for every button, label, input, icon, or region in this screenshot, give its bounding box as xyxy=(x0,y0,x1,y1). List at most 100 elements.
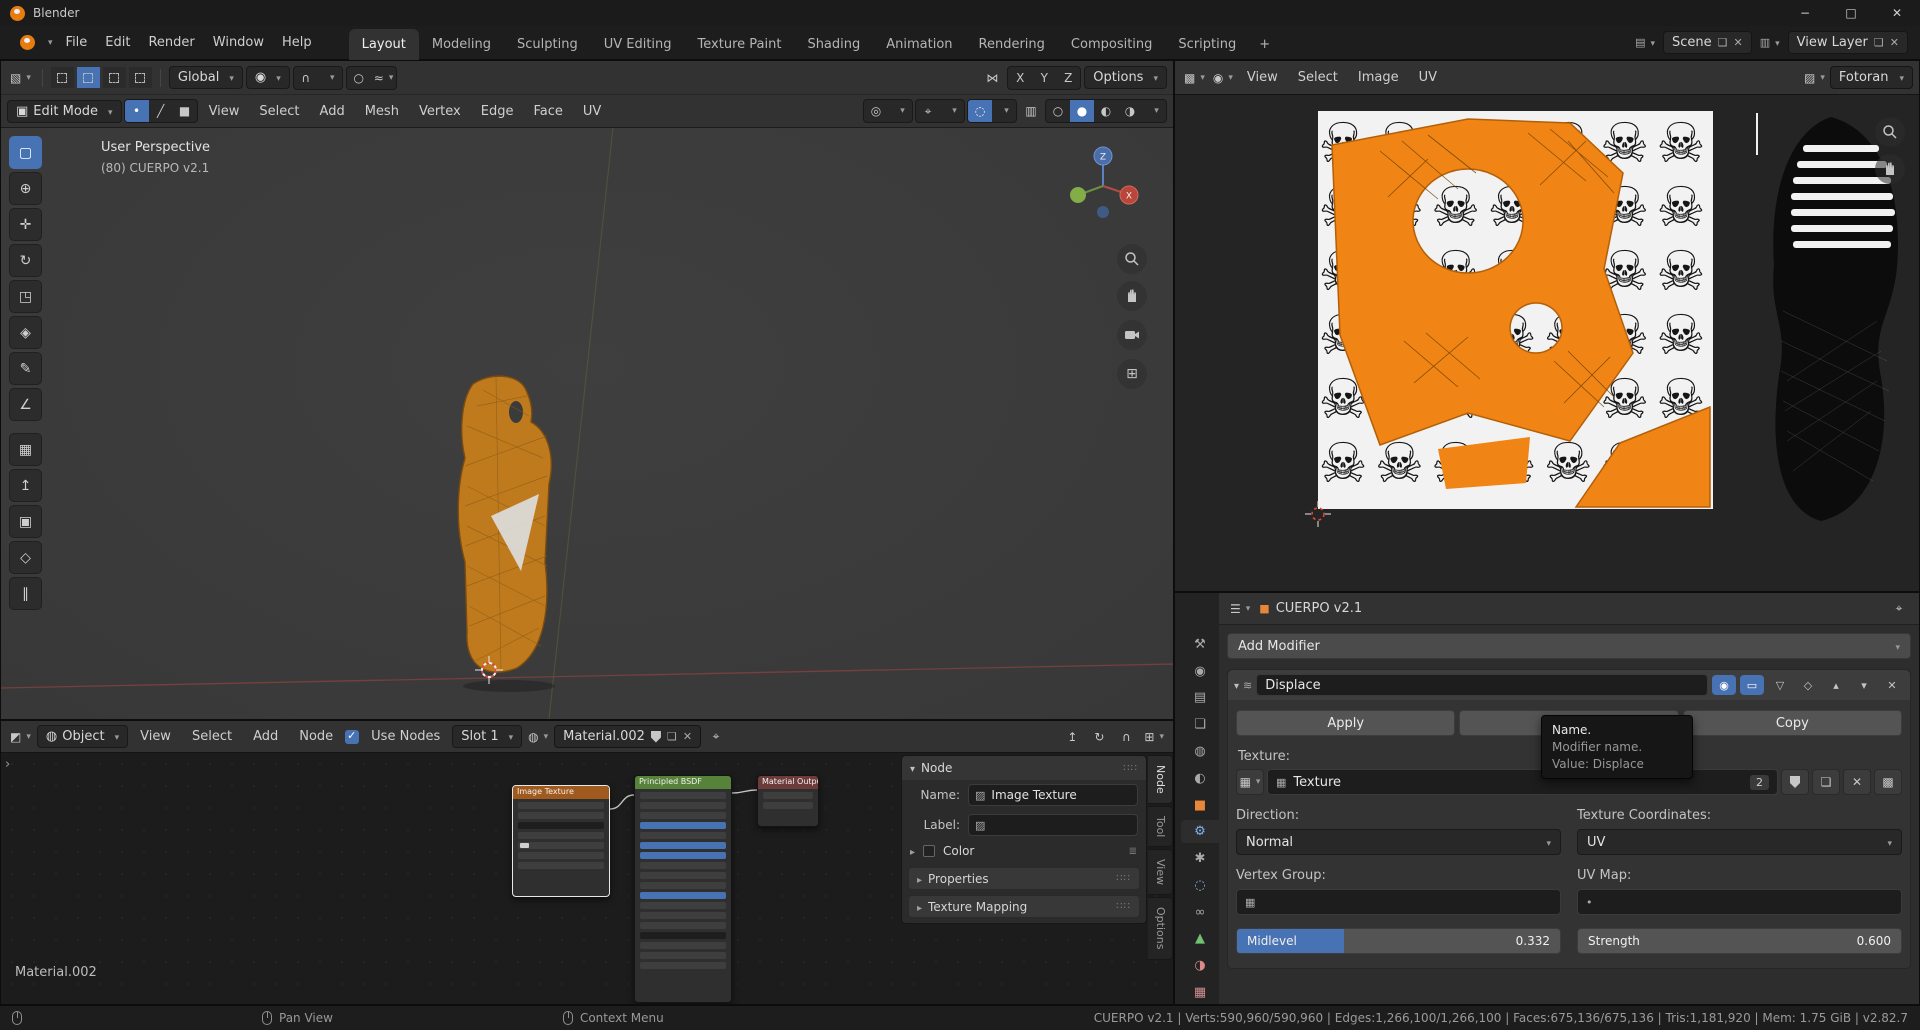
pivot-point-dropdown[interactable]: ◉ xyxy=(246,66,290,89)
browse-image-icon[interactable]: ▨ xyxy=(1801,67,1828,89)
image-zoom-button[interactable] xyxy=(1875,117,1905,147)
tool-extrude-button[interactable] xyxy=(9,469,42,502)
tab-texture-properties[interactable] xyxy=(1181,981,1219,1004)
image-name-field[interactable]: Fotoran xyxy=(1830,66,1913,89)
workspace-tab-shading[interactable]: Shading xyxy=(794,29,873,60)
tool-scale-button[interactable] xyxy=(9,280,42,313)
new-texture-button[interactable]: ❏ xyxy=(1812,769,1840,795)
viewport-menu-add[interactable]: Add xyxy=(311,100,354,123)
sidebar-tab-options[interactable]: Options xyxy=(1148,897,1173,959)
shading-dropdown[interactable] xyxy=(1142,100,1166,122)
add-modifier-dropdown[interactable]: Add Modifier xyxy=(1227,633,1911,659)
navigation-gizmo[interactable]: Z X xyxy=(1063,142,1143,222)
tab-scene-properties[interactable] xyxy=(1181,740,1219,763)
tool-rotate-button[interactable] xyxy=(9,244,42,277)
menu-window[interactable]: Window xyxy=(204,31,273,54)
unlink-material-icon[interactable]: ✕ xyxy=(683,730,692,743)
viewport-menu-mesh[interactable]: Mesh xyxy=(356,100,408,123)
mirror-z-toggle[interactable]: Z xyxy=(1056,67,1080,89)
cage-toggle[interactable]: ◇ xyxy=(1796,675,1820,695)
section-properties[interactable]: Properties ∷∷ xyxy=(908,867,1140,890)
snap-settings-dropdown[interactable] xyxy=(318,67,342,89)
node-label-input[interactable]: ▨ xyxy=(968,814,1138,836)
menu-edit[interactable]: Edit xyxy=(96,31,139,54)
tool-move-button[interactable] xyxy=(9,208,42,241)
gizmo-y-axis[interactable] xyxy=(1070,187,1086,203)
workspace-tab-compositing[interactable]: Compositing xyxy=(1058,29,1166,60)
tool-inset-button[interactable] xyxy=(9,505,42,538)
shading-wireframe-icon[interactable]: ○ xyxy=(1046,100,1070,122)
shader-editor-type-icon[interactable]: ◩ xyxy=(7,726,34,748)
node-image-texture[interactable]: Image Texture xyxy=(512,785,610,897)
apply-button[interactable]: Apply xyxy=(1236,710,1455,736)
ortho-toggle-button[interactable]: ⊞ xyxy=(1117,359,1147,389)
workspace-tab-texture-paint[interactable]: Texture Paint xyxy=(685,29,795,60)
tab-object-data-properties[interactable] xyxy=(1181,928,1219,951)
new-view-layer-icon[interactable]: ❏ xyxy=(1874,36,1884,49)
new-scene-icon[interactable]: ❏ xyxy=(1718,36,1728,49)
tab-view-layer-properties[interactable] xyxy=(1181,713,1219,736)
image-menu-uv[interactable]: UV xyxy=(1410,66,1446,89)
texture-name-field[interactable]: ▦ Texture 2 xyxy=(1267,769,1778,795)
tool-bevel-button[interactable] xyxy=(9,541,42,574)
menu-help[interactable]: Help xyxy=(273,31,321,54)
midlevel-slider[interactable]: Midlevel 0.332 xyxy=(1236,928,1561,954)
menu-render[interactable]: Render xyxy=(139,31,203,54)
shader-menu-node[interactable]: Node xyxy=(290,725,342,748)
gizmo-minus-z-axis[interactable] xyxy=(1097,206,1109,218)
node-material-output[interactable]: Material Output xyxy=(757,775,819,827)
mesh-object[interactable] xyxy=(421,366,601,696)
view-layer-selector[interactable]: View Layer ❏ ✕ xyxy=(1788,31,1908,54)
shading-material-icon[interactable]: ◐ xyxy=(1094,100,1118,122)
overlays-icon[interactable]: ◌ xyxy=(968,100,992,122)
edit-mode-toggle[interactable]: ▽ xyxy=(1768,675,1792,695)
workspace-tab-rendering[interactable]: Rendering xyxy=(966,29,1058,60)
workspace-tab-uv-editing[interactable]: UV Editing xyxy=(591,29,685,60)
mirror-x-toggle[interactable]: X xyxy=(1008,67,1032,89)
shader-snap-icon[interactable]: ∩ xyxy=(1114,726,1138,748)
tool-annotate-button[interactable] xyxy=(9,352,42,385)
image-menu-view[interactable]: View xyxy=(1238,66,1287,89)
browse-material-icon[interactable]: ◍ xyxy=(525,726,551,748)
blender-menu-button[interactable] xyxy=(6,33,57,52)
eye-icon[interactable]: ◎ xyxy=(864,100,888,122)
zoom-button[interactable] xyxy=(1117,244,1147,274)
image-editor-type-icon[interactable]: ▩ xyxy=(1181,67,1208,89)
sidebar-tab-node[interactable]: Node xyxy=(1148,755,1173,804)
mirror-y-toggle[interactable]: Y xyxy=(1032,67,1056,89)
tab-particle-properties[interactable] xyxy=(1181,847,1219,870)
sidebar-tab-tool[interactable]: Tool xyxy=(1148,806,1173,847)
face-select-icon[interactable]: ■ xyxy=(173,100,197,122)
tab-material-properties[interactable] xyxy=(1181,954,1219,977)
use-nodes-checkbox[interactable] xyxy=(345,730,359,744)
tab-object-properties[interactable] xyxy=(1181,794,1219,817)
workspace-tab-layout[interactable]: Layout xyxy=(349,29,419,60)
node-panel-header[interactable]: Node ∷∷ xyxy=(902,756,1146,780)
image-menu-image[interactable]: Image xyxy=(1349,66,1408,89)
shader-menu-view[interactable]: View xyxy=(131,725,180,748)
tab-tool-properties[interactable] xyxy=(1181,633,1219,656)
properties-editor-type-icon[interactable]: ☰ xyxy=(1227,598,1253,620)
modifier-name-input[interactable]: Displace xyxy=(1256,674,1708,696)
expand-icon[interactable] xyxy=(1234,678,1239,693)
browse-texture-icon[interactable]: ▦ xyxy=(1236,769,1264,795)
editor-type-icon[interactable]: ▧ xyxy=(7,67,34,89)
tab-world-properties[interactable] xyxy=(1181,767,1219,790)
options-dropdown[interactable]: Options xyxy=(1084,66,1167,89)
add-workspace-button[interactable]: + xyxy=(1249,29,1280,60)
section-texture-mapping[interactable]: Texture Mapping ∷∷ xyxy=(908,895,1140,918)
uv-map-field[interactable]: • xyxy=(1577,889,1902,915)
tool-select-box-button[interactable] xyxy=(9,136,42,169)
tool-transform-button[interactable] xyxy=(9,316,42,349)
browse-view-layer-icon[interactable]: ▥ xyxy=(1760,36,1780,49)
shader-snap-dropdown[interactable]: ⊞ xyxy=(1141,726,1167,748)
material-name-field[interactable]: Material.002 ❏ ✕ xyxy=(554,725,701,748)
maximize-button[interactable]: □ xyxy=(1828,0,1874,26)
vertex-group-field[interactable]: ▦ xyxy=(1236,889,1561,915)
texture-coordinates-dropdown[interactable]: UV xyxy=(1577,829,1902,855)
menu-file[interactable]: File xyxy=(57,31,97,54)
mode-dropdown[interactable]: ▣ Edit Mode xyxy=(7,100,122,123)
fake-user-shield-icon[interactable] xyxy=(651,731,661,743)
slot-dropdown[interactable]: Slot 1 xyxy=(452,725,522,748)
minimize-button[interactable]: − xyxy=(1782,0,1828,26)
